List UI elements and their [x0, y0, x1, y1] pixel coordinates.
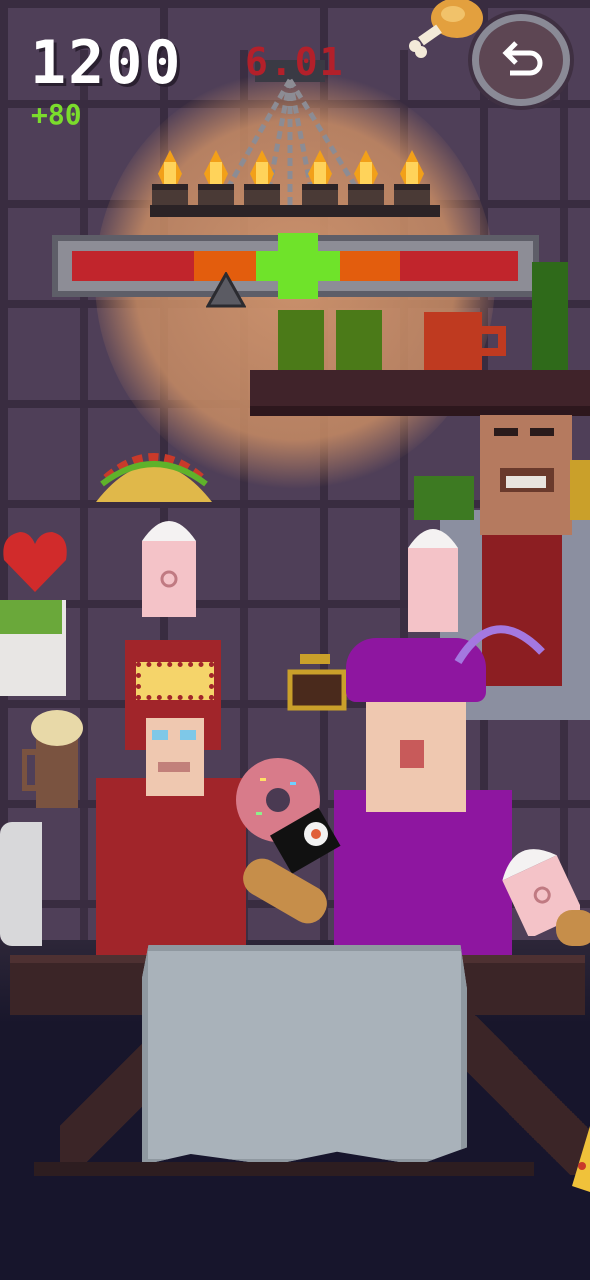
beer-mug-food-item[interactable]	[22, 708, 92, 810]
purple-customer-body	[334, 790, 512, 960]
score-counter: 1200	[30, 28, 183, 98]
bartender-teeth	[506, 476, 546, 488]
countdown-timer: 6.01	[245, 40, 345, 84]
meter-pointer	[206, 272, 246, 308]
bread-loaf-food-item[interactable]	[556, 910, 590, 946]
candle	[152, 150, 188, 208]
bartender-eyebrow	[494, 428, 518, 436]
meter-green-cap	[278, 233, 318, 299]
green-bottle	[278, 310, 324, 372]
red-character-body	[96, 778, 246, 958]
red-mug	[424, 312, 482, 372]
hat-lights	[136, 662, 214, 700]
meter-zone-red-right	[400, 251, 518, 281]
hat-feather	[454, 625, 545, 665]
back-button[interactable]	[472, 14, 570, 106]
tall-green-bottle	[532, 262, 568, 372]
bartender-eyebrow	[530, 428, 554, 436]
potion-bottle[interactable]	[286, 652, 348, 712]
white-item-edge	[0, 822, 42, 946]
pizza-slice-food-item[interactable]	[572, 1126, 590, 1192]
candle	[394, 150, 430, 208]
game-scene[interactable]: 1200 +80 6.01	[0, 0, 590, 1280]
candle	[244, 150, 280, 208]
chandelier-bar	[150, 205, 440, 217]
red-character-eye	[180, 730, 196, 740]
green-soup	[0, 600, 62, 634]
candle	[198, 150, 234, 208]
milkshake-food-item[interactable]	[136, 505, 202, 620]
timing-meter	[52, 233, 539, 299]
green-bottle	[336, 310, 382, 372]
taco-food-item[interactable]	[92, 438, 216, 506]
red-heart-food-item[interactable]	[0, 526, 70, 598]
red-character-mouth	[158, 762, 190, 772]
wall-shelf	[250, 370, 590, 416]
red-mug-handle	[482, 326, 506, 356]
bonus-points: +80	[31, 98, 82, 131]
candle	[348, 150, 384, 208]
meter-zone-orange-right	[340, 251, 400, 281]
meter-zone-red-left	[72, 251, 194, 281]
candle	[302, 150, 338, 208]
gold-ornament	[570, 460, 590, 520]
table-base	[34, 1162, 534, 1176]
tablecloth	[142, 945, 467, 1165]
red-character-eye	[152, 730, 168, 740]
purple-customer-mouth	[400, 740, 424, 768]
undo-arrow-icon	[502, 41, 543, 76]
